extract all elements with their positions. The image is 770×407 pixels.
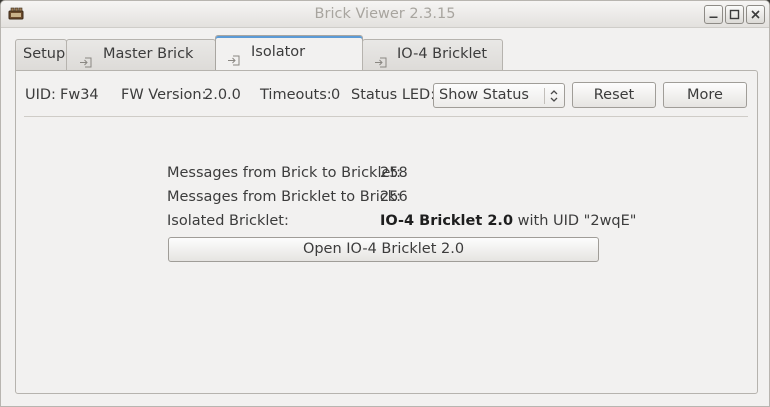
isolated-bricklet-label: Isolated Bricklet:	[167, 213, 289, 229]
tab-label: Setup	[23, 46, 66, 62]
close-icon	[751, 10, 760, 19]
maximize-icon	[729, 9, 740, 20]
maximize-button[interactable]	[725, 5, 744, 24]
status-led-select[interactable]: Show Status	[433, 83, 565, 108]
tab-master-brick[interactable]: Master Brick 2.1	[66, 39, 216, 91]
app-window: Brick Viewer 2.3.15 Setup Master Brick 2…	[0, 0, 770, 407]
open-bricklet-button[interactable]: Open IO-4 Bricklet 2.0	[168, 237, 599, 262]
tab-isolator-bricklet[interactable]: Isolator Bricklet	[215, 35, 363, 89]
isolated-bricklet-uid: with UID "2wqE"	[513, 213, 637, 229]
separator	[24, 116, 748, 117]
status-led-value: Show Status	[439, 87, 529, 103]
bricklet-to-brick-value: 256	[380, 189, 408, 205]
tab-setup[interactable]: Setup	[15, 39, 67, 70]
window-title: Brick Viewer 2.3.15	[314, 6, 456, 22]
timeouts-value: 0	[331, 87, 341, 103]
isolated-bricklet-info: IO-4 Bricklet 2.0 with UID "2wqE"	[380, 213, 636, 229]
minimize-button[interactable]	[704, 5, 723, 24]
close-button[interactable]	[746, 5, 765, 24]
minimize-icon	[709, 16, 718, 18]
reset-button[interactable]: Reset	[572, 82, 656, 108]
uid-label: UID:	[25, 87, 56, 103]
isolated-bricklet-name: IO-4 Bricklet 2.0	[380, 213, 514, 229]
brick-to-bricklet-label: Messages from Brick to Bricklet:	[167, 165, 401, 181]
title-bar: Brick Viewer 2.3.15	[1, 1, 769, 28]
tab-panel: UID: Fw34 FW Version: 2.0.0 Timeouts: 0 …	[15, 70, 758, 394]
updown-arrow-icon	[549, 89, 559, 107]
uid-value: Fw34	[60, 87, 99, 103]
status-led-label: Status LED:	[351, 87, 436, 103]
timeouts-label: Timeouts:	[260, 87, 332, 103]
fw-version-label: FW Version:	[121, 87, 207, 103]
fw-version-value: 2.0.0	[204, 87, 241, 103]
more-button[interactable]: More	[663, 82, 747, 108]
brick-to-bricklet-value: 258	[380, 165, 408, 181]
bricklet-to-brick-label: Messages from Bricklet to Brick:	[167, 189, 401, 205]
select-divider	[544, 88, 545, 104]
tab-io4-bricklet[interactable]: IO-4 Bricklet 2.0	[362, 39, 503, 91]
